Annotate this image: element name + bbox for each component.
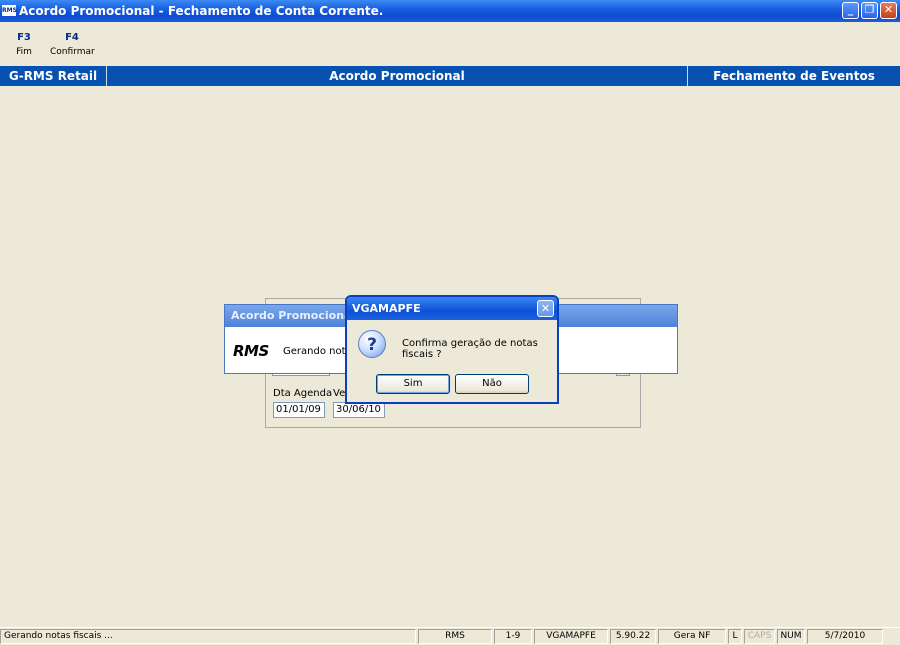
toolbar-label-fim: Fim (16, 47, 32, 57)
status-bar: Gerando notas fiscais ... RMS 1-9 VGAMAP… (0, 627, 900, 645)
close-icon: ✕ (540, 302, 551, 315)
minimize-icon: _ (847, 3, 854, 16)
status-message: Gerando notas fiscais ... (0, 629, 416, 644)
dta-agenda-field[interactable]: 01/01/09 (273, 402, 325, 418)
header-system-name: G-RMS Retail (8, 69, 98, 83)
status-date: 5/7/2010 (807, 629, 883, 644)
toolbar-key-f4: F4 (65, 32, 79, 43)
close-window-button[interactable]: ✕ (880, 2, 897, 19)
close-icon: ✕ (883, 3, 894, 16)
restore-button[interactable]: ❐ (861, 2, 878, 19)
yes-button[interactable]: Sim (376, 374, 450, 394)
status-range: 1-9 (494, 629, 532, 644)
confirm-dialog-title: VGAMAPFE (352, 302, 421, 315)
progress-message: Gerando nota (283, 346, 352, 357)
window-titlebar[interactable]: RMS Acordo Promocional - Fechamento de C… (0, 0, 900, 22)
confirm-close-button[interactable]: ✕ (537, 300, 554, 317)
dta-agenda-label: Dta Agenda (273, 388, 333, 399)
confirm-dialog: VGAMAPFE ✕ ? Confirma geração de notas f… (345, 295, 559, 404)
status-action: Gera NF (658, 629, 726, 644)
header-band: G-RMS Retail Acordo Promocional Fechamen… (0, 66, 900, 86)
toolbar-label-confirmar: Confirmar (50, 47, 95, 57)
app-logo-icon: RMS (2, 5, 17, 16)
status-mode: L (728, 629, 742, 644)
status-system: RMS (418, 629, 492, 644)
confirm-dialog-titlebar[interactable]: VGAMAPFE ✕ (347, 297, 557, 320)
no-button[interactable]: Não (455, 374, 529, 394)
restore-icon: ❐ (864, 3, 875, 16)
status-version: 5.90.22 (610, 629, 656, 644)
toolbar-key-f3: F3 (17, 32, 31, 43)
vencimento-field[interactable]: 30/06/10 (333, 402, 385, 418)
window-title: Acordo Promocional - Fechamento de Conta… (19, 4, 384, 18)
status-caps: CAPS (744, 629, 775, 644)
minimize-button[interactable]: _ (842, 2, 859, 19)
rms-logo: RMS (233, 342, 269, 360)
status-num: NUM (777, 629, 805, 644)
status-program: VGAMAPFE (534, 629, 608, 644)
header-function-name: Fechamento de Eventos (713, 69, 875, 83)
question-icon: ? (358, 330, 386, 358)
header-module-name: Acordo Promocional (329, 69, 465, 83)
vencimento-label: Ve (333, 388, 346, 399)
toolbar-confirmar-button[interactable]: F4 Confirmar (50, 32, 95, 57)
toolbar-fim-button[interactable]: F3 Fim (12, 32, 36, 57)
confirm-message: Confirma geração de notas fiscais ? (402, 338, 538, 360)
